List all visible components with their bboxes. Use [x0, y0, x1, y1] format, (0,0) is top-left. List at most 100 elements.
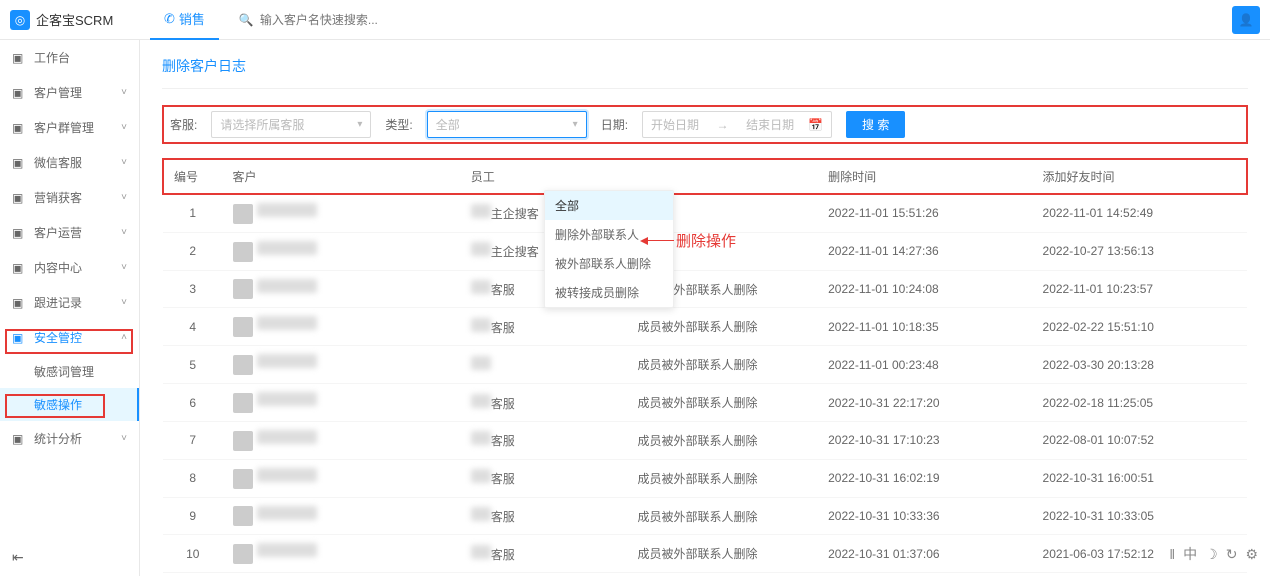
flag-icon: ▣: [12, 226, 26, 240]
kefu-select[interactable]: 请选择所属客服 ▾: [211, 111, 371, 138]
language-toggle[interactable]: 中: [1183, 544, 1197, 564]
sidebar-item[interactable]: ▣客户运营˅: [0, 215, 139, 250]
sidebar-subitem[interactable]: 敏感操作: [0, 388, 139, 421]
calendar-icon: 📅: [808, 118, 823, 132]
global-search[interactable]: 🔍: [239, 13, 1232, 27]
chevron-down-icon: ▾: [357, 119, 362, 130]
customer-name-blur: [257, 468, 317, 482]
customer-name-blur: [257, 279, 317, 293]
sidebar-item[interactable]: ▣微信客服˅: [0, 145, 139, 180]
page-title: 删除客户日志: [162, 56, 1248, 89]
user-icon: ▣: [12, 86, 26, 100]
refresh-icon[interactable]: ↻: [1226, 546, 1238, 563]
table-row: 10 客服 成员被外部联系人删除 2022-10-31 01:37:06 202…: [163, 535, 1247, 573]
list-icon: ▣: [12, 296, 26, 310]
chevron-down-icon: ˅: [121, 87, 127, 98]
tab-sales[interactable]: ✆ 销售: [150, 0, 219, 40]
table-row: 8 客服 成员被外部联系人删除 2022-10-31 16:02:19 2022…: [163, 459, 1247, 497]
search-input[interactable]: [260, 13, 460, 27]
customer-name-blur: [257, 392, 317, 406]
customer-avatar: [233, 469, 253, 489]
chevron-down-icon: ▾: [573, 119, 578, 130]
column-header: 编号: [163, 159, 223, 194]
chevron-down-icon: ˅: [121, 157, 127, 168]
customer-avatar: [233, 242, 253, 262]
column-header: 客户: [223, 159, 461, 194]
dropdown-option[interactable]: 全部: [545, 191, 673, 220]
moon-icon[interactable]: ☽: [1205, 546, 1218, 563]
employee-name-blur: [471, 318, 491, 332]
employee-name-blur: [471, 280, 491, 294]
employee-name-blur: [471, 356, 491, 370]
sidebar-item[interactable]: ▣跟进记录˅: [0, 285, 139, 320]
customer-name-blur: [257, 354, 317, 368]
column-header: [628, 159, 819, 194]
customer-name-blur: [257, 316, 317, 330]
column-header: 添加好友时间: [1033, 159, 1247, 194]
dashboard-icon: ▣: [12, 51, 26, 65]
logo-icon: ◎: [10, 10, 30, 30]
table-row: 5 成员被外部联系人删除 2022-11-01 00:23:48 2022-03…: [163, 346, 1247, 384]
date-range-picker[interactable]: 开始日期 → 结束日期 📅: [642, 111, 832, 138]
sidebar-item[interactable]: ▣工作台: [0, 40, 139, 75]
customer-name-blur: [257, 430, 317, 444]
column-header: 删除时间: [818, 159, 1032, 194]
customer-name-blur: [257, 203, 317, 217]
arrow-left-icon: [640, 240, 674, 241]
shield-icon: ▣: [12, 331, 26, 345]
table-row: 1 主企搜客 2022-11-01 15:51:26 2022-11-01 14…: [163, 194, 1247, 232]
arrow-right-icon: →: [713, 118, 732, 132]
user-avatar-button[interactable]: 👤: [1232, 6, 1260, 34]
search-button[interactable]: 搜 索: [846, 111, 905, 138]
sidebar-collapse-icon[interactable]: ⇤: [12, 549, 24, 566]
employee-name-blur: [471, 394, 491, 408]
sidebar-item[interactable]: ▣客户管理˅: [0, 75, 139, 110]
sidebar-item[interactable]: ▣统计分析˅: [0, 421, 139, 456]
table-row: 6 客服 成员被外部联系人删除 2022-10-31 22:17:20 2022…: [163, 384, 1247, 422]
sidebar-item[interactable]: ▣安全管控˄: [0, 320, 139, 355]
float-toolbar: ‖ 中 ☽ ↻ ⚙: [1169, 544, 1258, 564]
employee-name-blur: [471, 242, 491, 256]
table-row: 7 客服 成员被外部联系人删除 2022-10-31 17:10:23 2022…: [163, 421, 1247, 459]
sidebar-subitem[interactable]: 敏感词管理: [0, 355, 139, 388]
customer-avatar: [233, 431, 253, 451]
employee-name-blur: [471, 507, 491, 521]
sidebar: ▣工作台▣客户管理˅▣客户群管理˅▣微信客服˅▣营销获客˅▣客户运营˅▣内容中心…: [0, 40, 140, 576]
filter-bar: 客服: 请选择所属客服 ▾ 类型: 全部 ▾ 日期: 开始日期 → 结束日期 📅…: [162, 105, 1248, 144]
divider-icon[interactable]: ‖: [1169, 546, 1175, 562]
user-icon: 👤: [1239, 13, 1254, 27]
table-header: 编号客户员工 删除时间添加好友时间: [163, 159, 1247, 194]
table-row: 9 客服 成员被外部联系人删除 2022-10-31 10:33:36 2022…: [163, 497, 1247, 535]
app-header: ◎ 企客宝SCRM ✆ 销售 🔍 👤: [0, 0, 1270, 40]
content-area: 删除客户日志 客服: 请选择所属客服 ▾ 类型: 全部 ▾ 日期: 开始日期 →…: [140, 40, 1270, 576]
brand-text: 企客宝SCRM: [36, 10, 113, 29]
customer-avatar: [233, 279, 253, 299]
sidebar-item[interactable]: ▣内容中心˅: [0, 250, 139, 285]
settings-icon[interactable]: ⚙: [1245, 546, 1258, 563]
employee-name-blur: [471, 204, 491, 218]
employee-name-blur: [471, 469, 491, 483]
type-label: 类型:: [385, 116, 412, 133]
book-icon: ▣: [12, 261, 26, 275]
employee-name-blur: [471, 431, 491, 445]
sidebar-item[interactable]: ▣客户群管理˅: [0, 110, 139, 145]
dropdown-option[interactable]: 被外部联系人删除: [545, 249, 673, 278]
speaker-icon: ▣: [12, 191, 26, 205]
kefu-label: 客服:: [170, 116, 197, 133]
customer-avatar: [233, 355, 253, 375]
chevron-up-icon: ˄: [121, 332, 127, 343]
chevron-down-icon: ˅: [121, 433, 127, 444]
date-label: 日期:: [601, 116, 628, 133]
group-icon: ▣: [12, 121, 26, 135]
sidebar-item[interactable]: ▣营销获客˅: [0, 180, 139, 215]
customer-avatar: [233, 544, 253, 564]
customer-name-blur: [257, 241, 317, 255]
annotation-delete-op: 删除操作: [640, 230, 736, 251]
dropdown-option[interactable]: 被转接成员删除: [545, 278, 673, 307]
column-header: 员工: [461, 159, 628, 194]
chevron-down-icon: ˅: [121, 192, 127, 203]
customer-name-blur: [257, 543, 317, 557]
chevron-down-icon: ˅: [121, 122, 127, 133]
type-select[interactable]: 全部 ▾: [427, 111, 587, 138]
search-icon: 🔍: [239, 13, 254, 27]
